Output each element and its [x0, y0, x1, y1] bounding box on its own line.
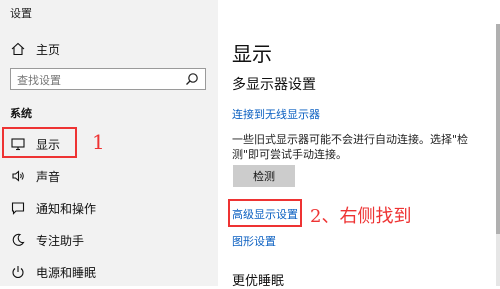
- detect-button[interactable]: 检测: [233, 165, 295, 187]
- power-icon: [10, 264, 26, 280]
- home-icon: [10, 41, 26, 57]
- annotation-step2: 2、右侧找到: [310, 206, 412, 227]
- highlight-box-advanced: [228, 199, 302, 227]
- sidebar-item-label: 通知和操作: [36, 201, 97, 216]
- title-bar-left: [0, 0, 218, 24]
- description-text: 一些旧式显示器可能不会进行自动连接。选择"检测"即可尝试手动连接。: [232, 133, 469, 161]
- sidebar-item-label: 电源和睡眠: [36, 265, 97, 280]
- next-section-title: 更优睡眠: [232, 274, 285, 289]
- sidebar-item-label: 声音: [36, 169, 61, 184]
- speaker-icon: [10, 168, 26, 184]
- window-title: 设置: [10, 7, 32, 20]
- moon-icon: [10, 232, 26, 248]
- sidebar-item-notifications[interactable]: 通知和操作: [0, 193, 218, 223]
- scrollbar-thumb[interactable]: [496, 24, 500, 234]
- sidebar-item-sound[interactable]: 声音: [0, 161, 218, 191]
- sidebar-item-home[interactable]: 主页: [0, 34, 218, 64]
- notification-icon: [10, 200, 26, 216]
- sidebar-item-label: 主页: [36, 42, 61, 57]
- section-label: 系统: [10, 107, 32, 120]
- search-box[interactable]: [10, 68, 206, 91]
- highlight-box-display: [2, 127, 77, 158]
- annotation-step1: 1: [92, 130, 105, 154]
- sidebar-item-focus-assist[interactable]: 专注助手: [0, 225, 218, 255]
- search-input[interactable]: [11, 70, 193, 91]
- sidebar-item-power-sleep[interactable]: 电源和睡眠: [0, 257, 218, 287]
- graphics-settings-link[interactable]: 图形设置: [232, 233, 276, 249]
- sidebar-item-label: 专注助手: [36, 233, 85, 248]
- section-title: 多显示器设置: [232, 77, 316, 93]
- wireless-display-link[interactable]: 连接到无线显示器: [232, 106, 320, 122]
- search-icon[interactable]: [185, 72, 199, 86]
- page-title: 显示: [232, 42, 272, 66]
